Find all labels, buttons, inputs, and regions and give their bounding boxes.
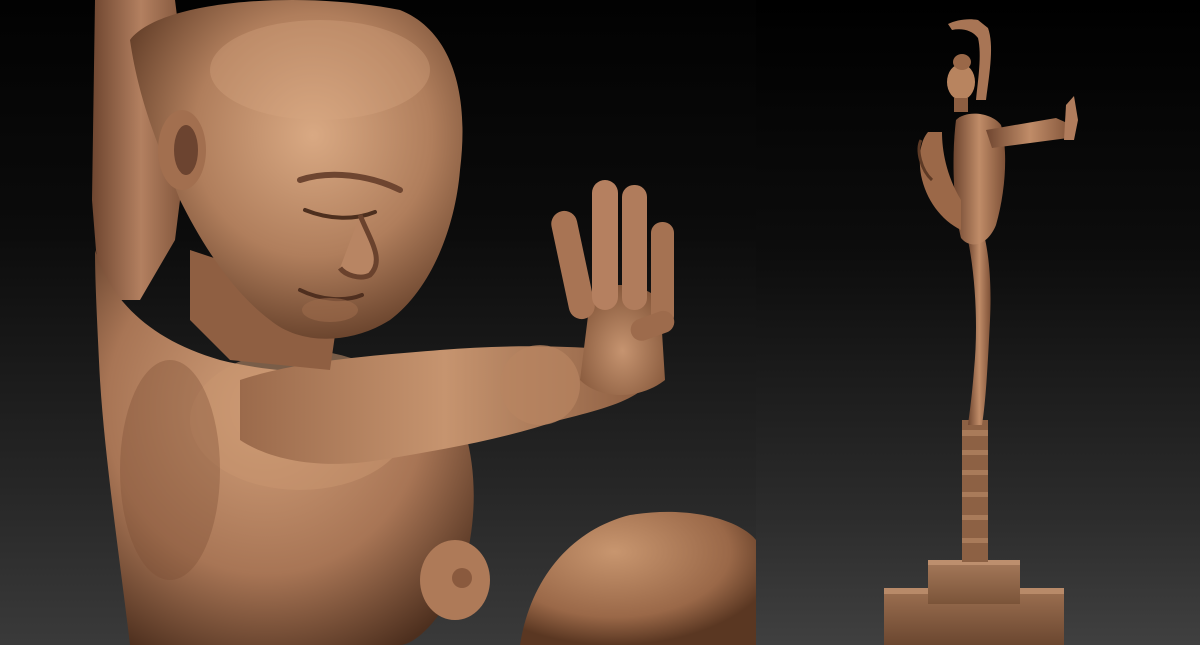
sculpture-closeup-image (92, 0, 756, 645)
closeup-panel (0, 0, 756, 645)
knee (520, 511, 756, 645)
pedestal-block (928, 560, 1020, 604)
stacked-column (962, 420, 988, 562)
extended-arm-right (986, 118, 1074, 148)
standing-leg (968, 235, 991, 425)
sculpture-full-figure-image (884, 19, 1078, 645)
full-figure-panel (756, 0, 1200, 645)
render-canvas (0, 0, 1200, 645)
